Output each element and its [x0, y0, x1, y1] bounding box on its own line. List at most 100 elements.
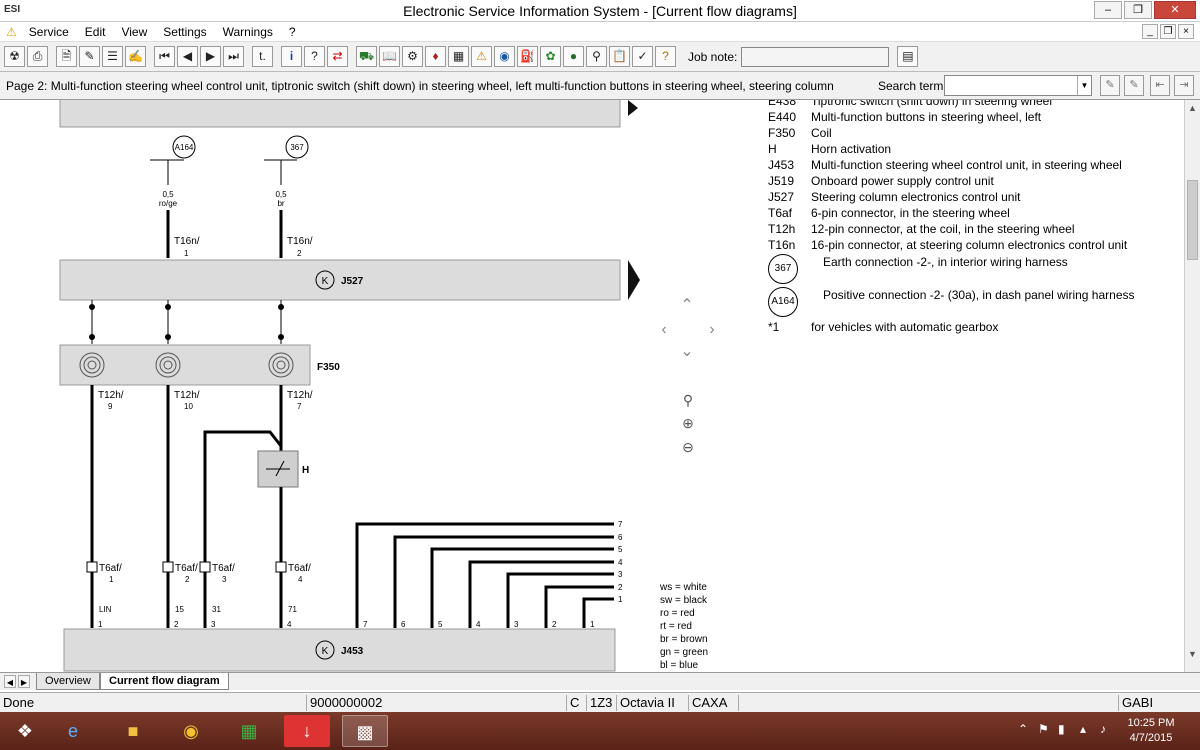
zoom-in-icon[interactable]: ⊕	[678, 415, 698, 435]
clock-time: 10:25 PM	[1127, 717, 1175, 729]
new-document-icon[interactable]: 🗎	[56, 46, 77, 67]
scroll-down-icon[interactable]: ▼	[1185, 646, 1200, 662]
volume-icon[interactable]: ♪	[1100, 722, 1106, 736]
title-bar: ESI Electronic Service Information Syste…	[0, 0, 1200, 22]
internet-explorer-icon[interactable]: e	[50, 715, 96, 747]
document-list-icon[interactable]: ☰	[102, 46, 123, 67]
j453-pin-3: 3	[211, 620, 216, 629]
leaf-icon[interactable]: ✿	[540, 46, 561, 67]
start-button[interactable]: ❖	[2, 715, 48, 747]
info-icon[interactable]: i	[281, 46, 302, 67]
t12h-9-pin: 9	[108, 402, 113, 411]
menu-warnings[interactable]: Warnings	[215, 25, 281, 39]
t6af-3-label: T6af/	[212, 563, 235, 574]
help-icon[interactable]: ?	[304, 46, 325, 67]
tab-overview[interactable]: Overview	[36, 673, 100, 690]
tab-current-flow-diagram[interactable]: Current flow diagram	[100, 673, 229, 690]
forward-history-icon[interactable]: ⇥	[1174, 75, 1194, 96]
swap-icon[interactable]: ⇄	[327, 46, 348, 67]
close-button[interactable]: ✕	[1154, 1, 1196, 19]
pan-left-icon[interactable]: ‹	[656, 322, 672, 338]
car-icon[interactable]: ●	[563, 46, 584, 67]
menu-service[interactable]: Service	[21, 25, 77, 39]
catalog-icon[interactable]: ▦	[448, 46, 469, 67]
diagram-viewport[interactable]: A164 367 0,5 ro/ge 0,5 br T16n/ 1 T16n/ …	[0, 100, 1184, 672]
print-icon[interactable]: ⎙	[27, 46, 48, 67]
fuel-icon[interactable]: ⛽	[517, 46, 538, 67]
find-icon[interactable]: ✎	[1100, 75, 1120, 96]
status-model-code: 1Z3	[586, 695, 616, 711]
back-history-icon[interactable]: ⇤	[1150, 75, 1170, 96]
tab-prev-icon[interactable]: ◀	[4, 675, 16, 688]
job-note-field[interactable]	[741, 46, 890, 67]
job-note-icon[interactable]: ▤	[897, 46, 919, 67]
svg-text:K: K	[322, 646, 329, 657]
previous-page-icon[interactable]: ◀	[177, 46, 198, 67]
file-explorer-icon[interactable]: ■	[110, 715, 156, 747]
exit-icon[interactable]: ☢	[4, 46, 25, 67]
next-page-icon[interactable]: ▶	[200, 46, 221, 67]
network-flag-icon[interactable]: ⚑	[1038, 722, 1049, 736]
toolbar: ☢ ⎙ 🗎 ✎ ☰ ✍ ⏮ ◀ ▶ ⏭ t. i ? ⇄ ⛟ 📖 ⚙ ♦ ▦ ⚠…	[0, 42, 1200, 72]
t6af-2-pin: 2	[185, 575, 190, 584]
mdi-close-button[interactable]: ×	[1178, 24, 1194, 39]
clock[interactable]: 10:25 PM 4/7/2015	[1116, 716, 1186, 746]
scroll-up-icon[interactable]: ▲	[1185, 100, 1200, 116]
pan-down-icon[interactable]: ⌄	[679, 344, 695, 360]
connector-a164-label: A164	[175, 143, 194, 152]
menu-view[interactable]: View	[113, 25, 155, 39]
battery-icon[interactable]: ▮	[1058, 722, 1065, 736]
minimize-button[interactable]: –	[1094, 1, 1122, 19]
restore-button[interactable]: ❐	[1124, 1, 1152, 19]
globe-icon[interactable]: ◉	[494, 46, 515, 67]
tools-icon[interactable]: ⚙	[402, 46, 423, 67]
j453-pin-2b: 2	[552, 620, 557, 629]
find-next-icon[interactable]: ✎	[1124, 75, 1144, 96]
notes-icon[interactable]: ✍	[125, 46, 146, 67]
pan-right-icon[interactable]: ›	[704, 322, 720, 338]
scroll-thumb[interactable]	[1187, 180, 1198, 260]
warning-toolbar-icon[interactable]: ⚠	[471, 46, 492, 67]
chevron-down-icon[interactable]: ▼	[1077, 76, 1091, 95]
legend-row: *1 for vehicles with automatic gearbox	[768, 320, 999, 334]
menu-settings[interactable]: Settings	[155, 25, 214, 39]
chrome-icon[interactable]: ◉	[168, 715, 214, 747]
first-page-icon[interactable]: ⏮	[154, 46, 175, 67]
band-arrow-j527	[628, 260, 640, 300]
store-icon[interactable]: ▦	[226, 715, 272, 747]
wire-2-color: br	[277, 199, 284, 208]
menu-edit[interactable]: Edit	[77, 25, 114, 39]
vehicle-icon[interactable]: ⛟	[356, 46, 377, 67]
clipboard-icon[interactable]: 📋	[609, 46, 630, 67]
j453-pin-4b: 4	[476, 620, 481, 629]
book-icon[interactable]: 📖	[379, 46, 400, 67]
mdi-minimize-button[interactable]: _	[1142, 24, 1158, 39]
last-page-icon[interactable]: ⏭	[223, 46, 244, 67]
zoom-out-icon[interactable]: ⊖	[678, 439, 698, 459]
signal-icon[interactable]: ▴	[1080, 722, 1086, 736]
search-input[interactable]: ▼	[944, 75, 1092, 96]
legend: E438 Tiptronic switch (shift down) in ste…	[768, 100, 1178, 336]
mdi-restore-button[interactable]: ❐	[1160, 24, 1176, 39]
earth-connection-symbol: 367	[768, 254, 798, 284]
pan-up-icon[interactable]: ⌃	[679, 298, 695, 314]
t12h-10-label: T12h/	[174, 390, 200, 401]
manual-icon[interactable]: ♦	[425, 46, 446, 67]
search-car-icon[interactable]: ⚲	[586, 46, 607, 67]
zoom-icon[interactable]: ⚲	[678, 392, 698, 412]
checklist-icon[interactable]: ✓	[632, 46, 653, 67]
download-app-icon[interactable]: ↓	[284, 715, 330, 747]
t6af-2-label: T6af/	[175, 563, 198, 574]
color-key-item: ws = white	[660, 582, 707, 593]
t12h-9-label: T12h/	[98, 390, 124, 401]
vertical-scrollbar[interactable]: ▲ ▼	[1184, 100, 1200, 672]
tab-next-icon[interactable]: ▶	[18, 675, 30, 688]
question-note-icon[interactable]: ?	[655, 46, 676, 67]
jump-icon[interactable]: t.	[252, 46, 273, 67]
menu-help[interactable]: ?	[281, 25, 304, 39]
tray-up-icon[interactable]: ⌃	[1018, 722, 1028, 736]
edit-document-icon[interactable]: ✎	[79, 46, 100, 67]
esi-app-icon[interactable]: ▩	[342, 715, 388, 747]
legend-row: 367 Earth connection -2-, in interior wir…	[768, 254, 1178, 287]
connector-367-label: 367	[290, 143, 304, 152]
